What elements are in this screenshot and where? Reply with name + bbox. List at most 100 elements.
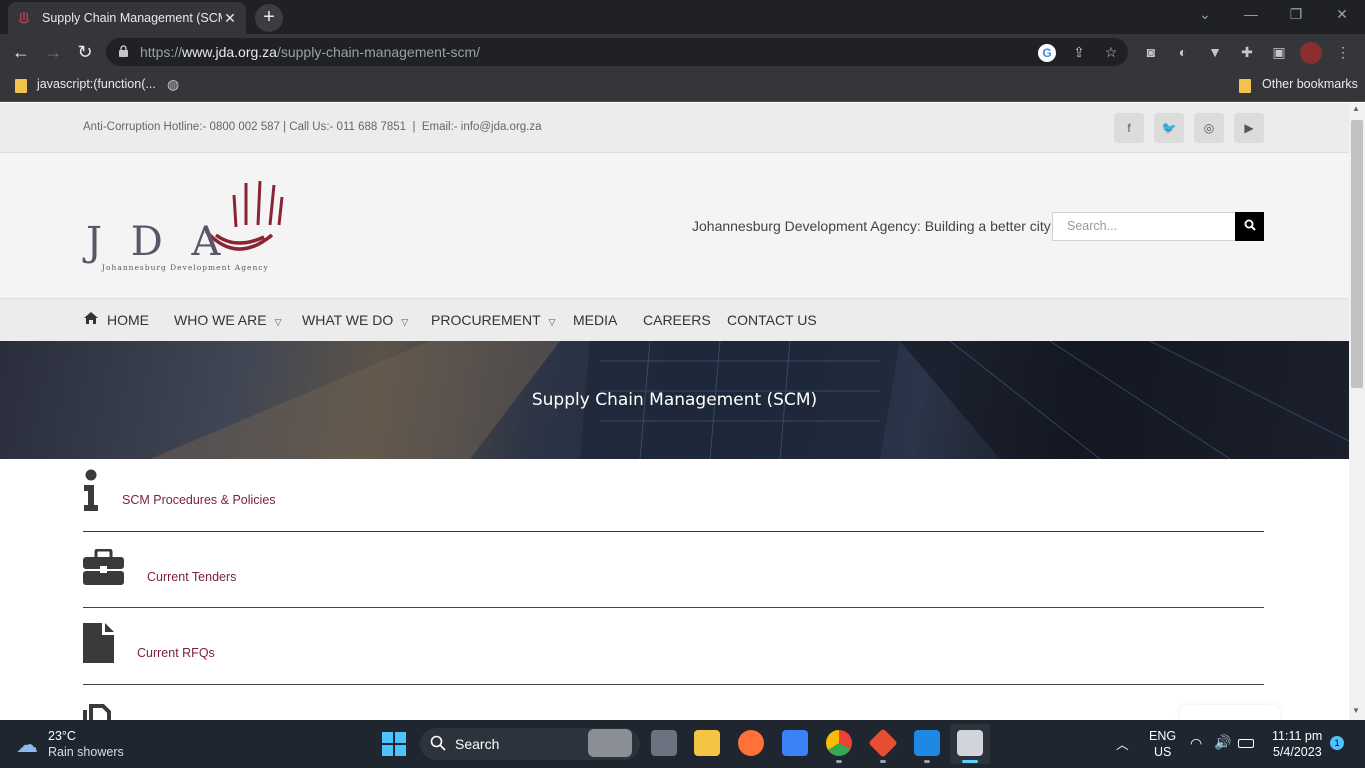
windows-start-icon[interactable] [382, 732, 406, 756]
url-domain: www.jda.org.za [182, 44, 277, 60]
restore-button[interactable]: ❐ [1281, 6, 1311, 23]
chat-widget-tab[interactable] [1180, 705, 1280, 720]
profile-avatar[interactable] [1300, 42, 1322, 64]
copy-icon [83, 704, 111, 720]
tab-search-icon[interactable]: ⌄ [1190, 6, 1220, 23]
lock-icon[interactable] [118, 45, 129, 58]
nav-who-we-are[interactable]: WHO WE ARE ▽ [174, 312, 281, 328]
windows-taskbar [0, 720, 1365, 768]
windows-logo-icon [382, 732, 406, 756]
clock-time[interactable]: 11:11 pm [1272, 729, 1322, 743]
youtube-icon[interactable]: ▶ [1234, 113, 1264, 143]
facebook-icon[interactable]: f [1114, 113, 1144, 143]
active-indicator [962, 760, 978, 763]
running-indicator [836, 760, 842, 763]
scrollbar-thumb[interactable] [1351, 120, 1363, 388]
menu-kebab-icon[interactable]: ⋮ [1334, 44, 1352, 62]
wifi-icon[interactable]: ◠ [1190, 735, 1202, 752]
nav-label: PROCUREMENT [431, 312, 541, 328]
contact-info: Anti-Corruption Hotline:- 0800 002 587 |… [83, 121, 542, 133]
instagram-icon[interactable]: ◎ [1194, 113, 1224, 143]
scroll-down-arrow-icon[interactable]: ▼ [1352, 706, 1360, 715]
running-indicator [880, 760, 886, 763]
jda-favicon-icon [18, 12, 30, 24]
other-bookmarks-folder-icon [1239, 79, 1251, 93]
chrome-icon[interactable] [826, 730, 852, 756]
back-button[interactable]: ← [10, 42, 32, 63]
nav-careers[interactable]: CAREERS [643, 312, 711, 328]
language-code[interactable]: ENG [1149, 729, 1176, 743]
camera-extension-icon[interactable]: ◙ [1142, 44, 1160, 62]
task-view-icon[interactable] [651, 730, 677, 756]
volume-icon[interactable]: 🔊 [1214, 734, 1231, 751]
scroll-up-arrow-icon[interactable]: ▲ [1352, 104, 1360, 113]
vscode-icon[interactable] [914, 730, 940, 756]
notification-badge[interactable]: 1 [1330, 736, 1344, 750]
snipping-tool-icon [957, 730, 983, 756]
bookmark-star-icon[interactable]: ☆ [1102, 44, 1120, 62]
google-lens-icon[interactable]: G [1038, 44, 1056, 62]
nav-label: WHO WE ARE [174, 312, 267, 328]
home-icon[interactable] [83, 311, 99, 325]
region-code[interactable]: US [1154, 745, 1171, 759]
search-icon [430, 735, 446, 751]
bookmark-item[interactable]: javascript:(function(... [37, 77, 156, 91]
side-panel-icon[interactable]: ▣ [1270, 44, 1288, 62]
close-window-button[interactable]: ✕ [1327, 6, 1357, 23]
notepad-icon[interactable] [782, 730, 808, 756]
briefcase-icon [83, 549, 124, 585]
url-path: /supply-chain-management-scm/ [276, 44, 481, 60]
search-highlight-image [588, 729, 632, 757]
tab-close-icon[interactable]: ✕ [222, 10, 238, 27]
search-button[interactable] [1235, 212, 1264, 241]
browser-tab[interactable]: Supply Chain Management (SCM) ✕ [8, 2, 246, 34]
extension-icon[interactable]: ◐ [1174, 44, 1192, 62]
extensions-puzzle-icon[interactable]: ✚ [1238, 44, 1256, 62]
current-rfqs-link[interactable]: Current RFQs [137, 646, 215, 660]
tab-title: Supply Chain Management (SCM) [42, 11, 222, 25]
current-tenders-link[interactable]: Current Tenders [147, 570, 236, 584]
file-explorer-icon[interactable] [694, 730, 720, 756]
nav-procurement[interactable]: PROCUREMENT ▽ [431, 312, 556, 328]
running-indicator [924, 760, 930, 763]
bookmark-folder-icon [15, 79, 27, 93]
logo-subtitle: Johannesburg Development Agency [102, 263, 269, 272]
taskbar-search-label: Search [455, 736, 500, 752]
show-hidden-icons-icon[interactable]: ︿ [1116, 734, 1129, 753]
reload-button[interactable]: ↻ [74, 42, 96, 63]
list-item [83, 608, 1264, 685]
battery-icon[interactable] [1238, 739, 1254, 748]
firefox-icon[interactable] [738, 730, 764, 756]
nav-media[interactable]: MEDIA [573, 312, 617, 328]
vue-extension-icon[interactable]: ▼ [1206, 44, 1224, 62]
new-tab-button[interactable]: + [255, 4, 283, 32]
globe-icon[interactable]: ◍ [167, 76, 179, 93]
minimize-button[interactable]: — [1236, 6, 1266, 22]
url-scheme: https:// [140, 44, 183, 60]
weather-cloud-icon[interactable]: ☁ [16, 732, 38, 758]
search-icon [1244, 219, 1256, 231]
share-icon[interactable]: ⇪ [1070, 44, 1088, 62]
search-input[interactable]: Search... [1052, 212, 1236, 241]
jda-logo[interactable]: J D A Johannesburg Development Agency [86, 175, 286, 275]
chevron-down-icon: ▽ [401, 317, 409, 327]
logo-letters: J D A [86, 219, 229, 265]
weather-desc[interactable]: Rain showers [48, 745, 124, 759]
other-bookmarks[interactable]: Other bookmarks [1262, 77, 1358, 91]
nav-what-we-do[interactable]: WHAT WE DO ▽ [302, 312, 408, 328]
clock-date[interactable]: 5/4/2023 [1273, 745, 1322, 759]
chevron-down-icon: ▽ [548, 317, 556, 327]
nav-label: WHAT WE DO [302, 312, 394, 328]
twitter-icon[interactable]: 🐦 [1154, 113, 1184, 143]
scm-procedures-link[interactable]: SCM Procedures & Policies [122, 493, 276, 507]
list-item [83, 532, 1264, 608]
file-icon [83, 623, 114, 663]
weather-temp[interactable]: 23°C [48, 729, 76, 743]
info-icon [84, 469, 98, 511]
bookmarks-bar [0, 70, 1365, 102]
page-title: Supply Chain Management (SCM) [531, 390, 818, 410]
nav-contact-us[interactable]: CONTACT US [727, 312, 817, 328]
forward-button[interactable]: → [42, 42, 64, 63]
url-text[interactable]: https://www.jda.org.za/supply-chain-mana… [140, 44, 480, 60]
nav-home[interactable]: HOME [107, 312, 149, 328]
